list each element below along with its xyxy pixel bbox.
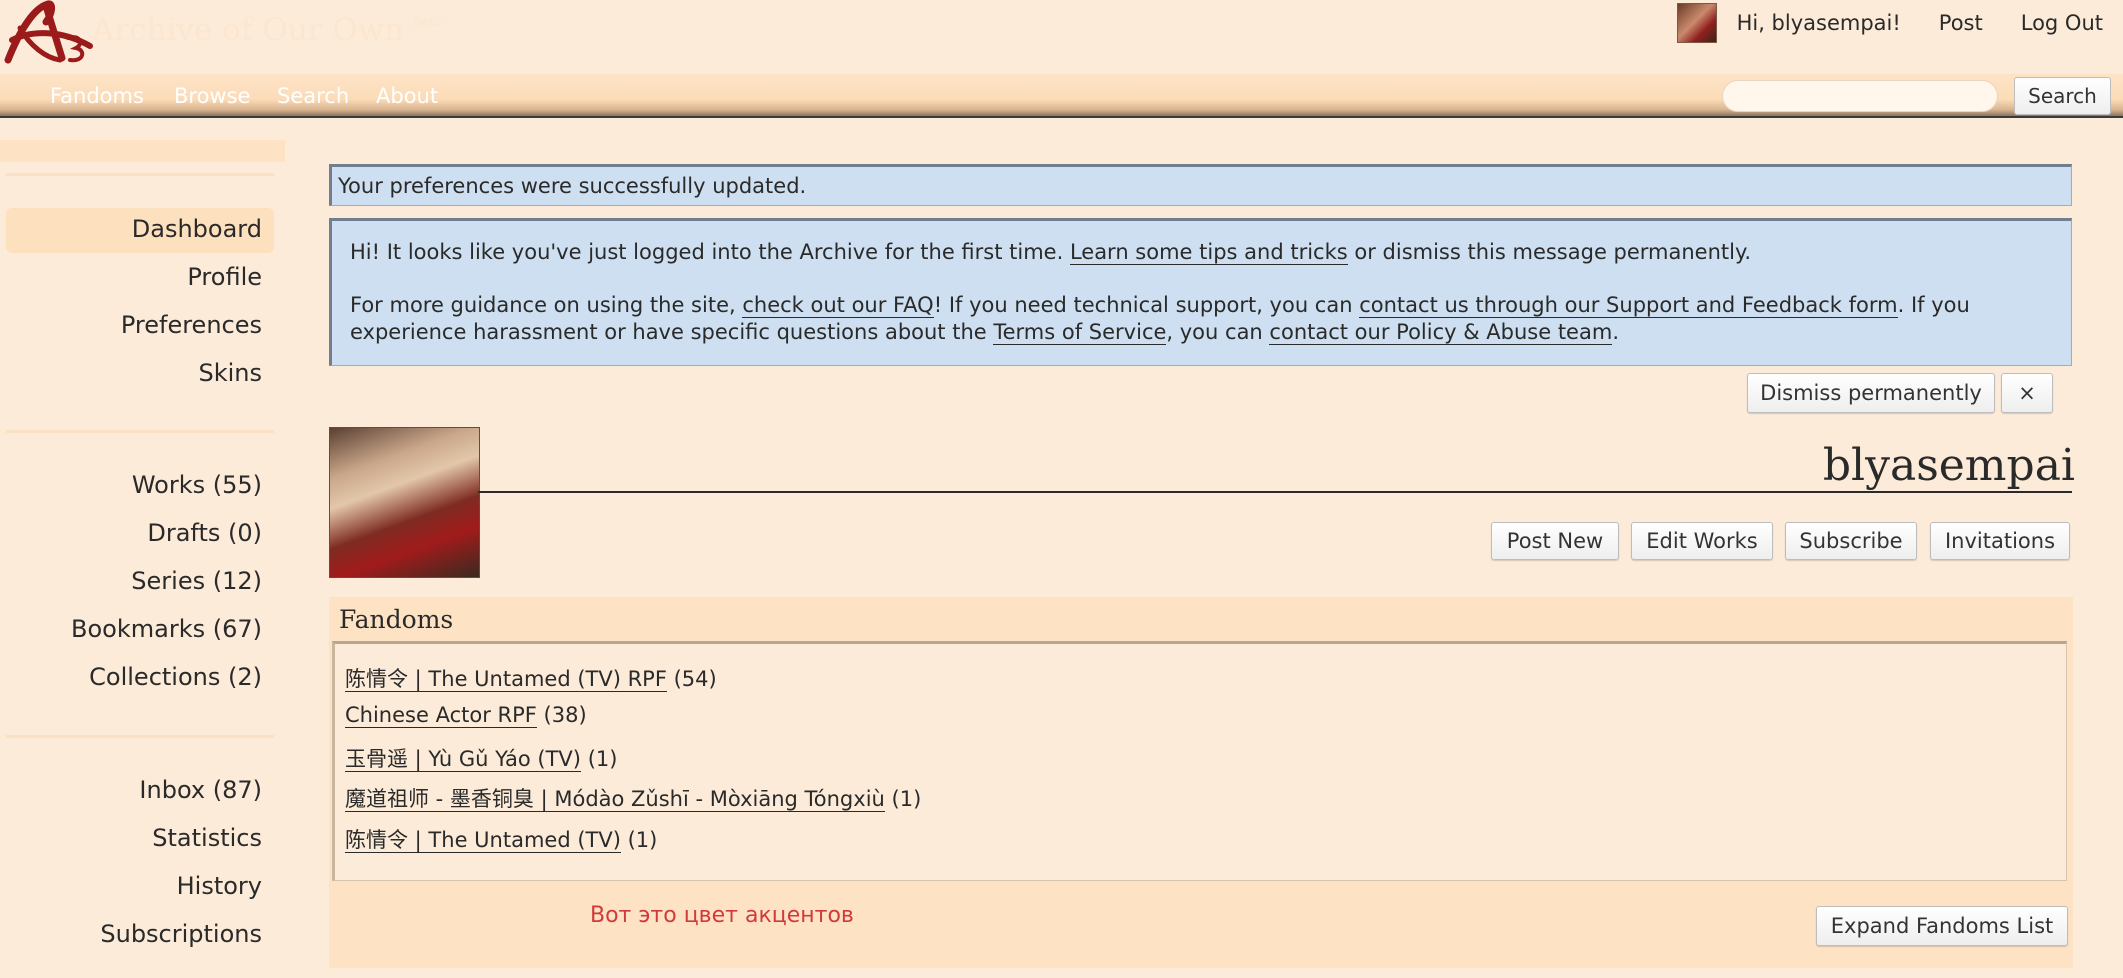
sidebar-top-bar: [0, 140, 285, 162]
user-avatar[interactable]: [1676, 3, 1717, 43]
welcome-text: For more guidance on using the site,: [350, 293, 743, 317]
sidebar-divider: [6, 735, 274, 738]
fandoms-heading: Fandoms: [339, 605, 454, 634]
fandom-link[interactable]: Chinese Actor RPF: [345, 703, 537, 728]
fandom-link[interactable]: 玉骨遥 | Yù Gǔ Yáo (TV): [345, 747, 581, 772]
dismiss-permanently-button[interactable]: Dismiss permanently: [1747, 373, 1995, 413]
fandom-count: (1): [891, 787, 922, 811]
sidebar-item-works[interactable]: Works (55): [132, 471, 262, 499]
search-input[interactable]: [1722, 80, 1998, 112]
welcome-paragraph-1: Hi! It looks like you've just logged int…: [350, 239, 2053, 266]
fandom-link[interactable]: 陈情令 | The Untamed (TV): [345, 828, 621, 853]
page-title: blyasempai: [1822, 440, 2075, 491]
edit-works-button[interactable]: Edit Works: [1631, 522, 1773, 560]
nav-fandoms[interactable]: Fandoms: [50, 84, 144, 108]
sidebar-item-drafts[interactable]: Drafts (0): [147, 519, 262, 547]
search-button[interactable]: Search: [2014, 77, 2111, 115]
welcome-text: ! If you need technical support, you can: [933, 293, 1360, 317]
accent-color-note: Вот это цвет акцентов: [590, 903, 854, 928]
close-icon[interactable]: ×: [2001, 373, 2053, 413]
support-link[interactable]: contact us through our Support and Feedb…: [1359, 293, 1898, 318]
sidebar-item-subscriptions[interactable]: Subscriptions: [100, 920, 262, 948]
sidebar-item-dashboard[interactable]: Dashboard: [132, 215, 262, 243]
post-new-button[interactable]: Post New: [1491, 522, 1619, 560]
ao3-logo-icon[interactable]: [2, 0, 94, 68]
expand-fandoms-button[interactable]: Expand Fandoms List: [1816, 906, 2068, 946]
sidebar-item-inbox[interactable]: Inbox (87): [139, 776, 262, 804]
nav-about[interactable]: About: [376, 84, 438, 108]
nav-browse[interactable]: Browse: [174, 84, 250, 108]
heading-rule: [478, 491, 2072, 493]
profile-avatar: [329, 427, 480, 578]
greeting-link[interactable]: Hi, blyasempai!: [1737, 11, 1901, 35]
welcome-text: .: [1612, 320, 1619, 344]
subscribe-button[interactable]: Subscribe: [1785, 522, 1917, 560]
nav-search[interactable]: Search: [277, 84, 349, 108]
sidebar-divider: [6, 173, 274, 176]
welcome-text: , you can: [1166, 320, 1270, 344]
welcome-notice: Hi! It looks like you've just logged int…: [329, 218, 2072, 366]
site-beta-label: beta: [413, 15, 442, 30]
sidebar-item-preferences[interactable]: Preferences: [121, 311, 262, 339]
sidebar-item-skins[interactable]: Skins: [198, 359, 262, 387]
post-link[interactable]: Post: [1939, 11, 1983, 35]
sidebar-item-series[interactable]: Series (12): [131, 567, 262, 595]
list-item: 玉骨遥 | Yù Gǔ Yáo (TV) (1): [345, 743, 617, 773]
list-item: Chinese Actor RPF (38): [345, 703, 587, 728]
sidebar-item-bookmarks[interactable]: Bookmarks (67): [71, 615, 262, 643]
user-nav: Hi, blyasempai! Post Log Out: [1676, 0, 2123, 46]
fandom-count: (1): [627, 828, 658, 852]
fandoms-list: 陈情令 | The Untamed (TV) RPF (54) Chinese …: [332, 641, 2067, 881]
site-header: Archive of Our Own beta Hi, blyasempai! …: [0, 0, 2123, 75]
flash-notice: Your preferences were successfully updat…: [329, 164, 2072, 206]
fandom-link[interactable]: 魔道祖师 - 墨香铜臭 | Módào Zǔshī - Mòxiāng Tóng…: [345, 787, 885, 812]
tos-link[interactable]: Terms of Service: [993, 320, 1167, 345]
fandom-count: (54): [673, 667, 717, 691]
sidebar-divider: [6, 430, 274, 433]
fandom-count: (38): [543, 703, 587, 727]
logout-link[interactable]: Log Out: [2021, 11, 2103, 35]
welcome-text: Hi! It looks like you've just logged int…: [350, 240, 1070, 264]
invitations-button[interactable]: Invitations: [1930, 522, 2070, 560]
sidebar-item-statistics[interactable]: Statistics: [152, 824, 262, 852]
fandom-link[interactable]: 陈情令 | The Untamed (TV) RPF: [345, 667, 667, 692]
faq-link[interactable]: check out our FAQ: [742, 293, 934, 318]
sidebar-item-collections[interactable]: Collections (2): [89, 663, 262, 691]
fandom-count: (1): [587, 747, 618, 771]
list-item: 陈情令 | The Untamed (TV) RPF (54): [345, 663, 717, 693]
sidebar-item-history[interactable]: History: [177, 872, 262, 900]
policy-abuse-link[interactable]: contact our Policy & Abuse team: [1269, 320, 1613, 345]
list-item: 魔道祖师 - 墨香铜臭 | Módào Zǔshī - Mòxiāng Tóng…: [345, 783, 921, 813]
welcome-text: or dismiss this message permanently.: [1347, 240, 1752, 264]
sidebar-item-profile[interactable]: Profile: [187, 263, 262, 291]
site-title[interactable]: Archive of Our Own: [92, 12, 404, 48]
tips-link[interactable]: Learn some tips and tricks: [1069, 240, 1348, 265]
welcome-paragraph-2: For more guidance on using the site, che…: [350, 292, 2053, 346]
list-item: 陈情令 | The Untamed (TV) (1): [345, 824, 657, 854]
